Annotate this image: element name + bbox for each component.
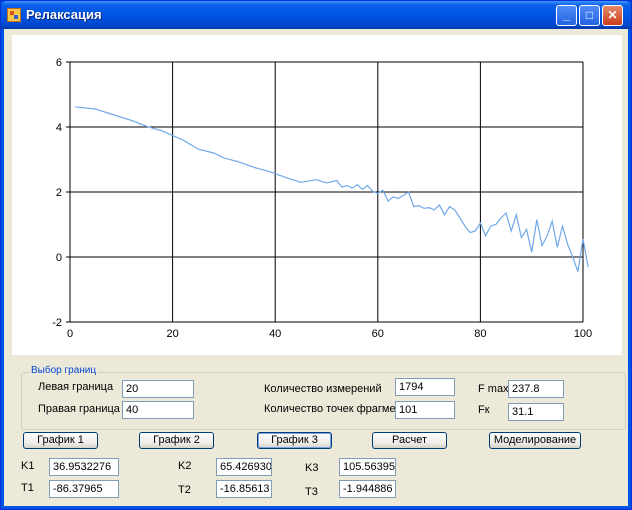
t1-label: T1 (21, 482, 34, 494)
right-bound-label: Правая граница (38, 403, 120, 415)
fmax-input[interactable]: 237.8 (508, 380, 564, 398)
window-title: Релаксация (26, 7, 102, 22)
x-tick-label: 100 (574, 328, 592, 340)
y-tick-label: 4 (56, 122, 62, 134)
x-axis-ticks: 0 20 40 60 80 100 (67, 328, 592, 340)
graph1-button[interactable]: График 1 (23, 432, 98, 449)
t1-output[interactable]: -86.37965 (49, 480, 119, 498)
t2-label: T2 (178, 484, 191, 496)
relaxation-chart: 0 20 40 60 80 100 -2 0 2 4 6 (52, 57, 592, 340)
y-tick-label: -2 (52, 317, 62, 329)
series-line (75, 106, 589, 272)
y-tick-label: 2 (56, 187, 62, 199)
chart-grid (66, 61, 584, 323)
client-area: 0 20 40 60 80 100 -2 0 2 4 6 Выбор границ Левая г… (4, 29, 628, 506)
app-icon[interactable] (7, 8, 21, 22)
y-tick-label: 0 (56, 252, 62, 264)
fragment-points-label: Количество точек фрагмента (264, 403, 413, 415)
maximize-icon: □ (585, 8, 594, 22)
minimize-button[interactable]: _ (556, 5, 577, 26)
x-tick-label: 80 (474, 328, 486, 340)
k2-label: K2 (178, 460, 192, 472)
x-tick-label: 40 (269, 328, 281, 340)
measurements-label: Количество измерений (264, 383, 382, 395)
fk-label: Fк (478, 404, 490, 416)
maximize-button[interactable]: □ (579, 5, 600, 26)
fk-input[interactable]: 31.1 (508, 403, 564, 421)
minimize-icon: _ (563, 8, 570, 22)
chart-panel: 0 20 40 60 80 100 -2 0 2 4 6 (12, 35, 622, 355)
right-bound-input[interactable]: 40 (122, 401, 194, 419)
y-tick-label: 6 (56, 57, 62, 69)
t3-label: T3 (305, 486, 318, 498)
t2-output[interactable]: -16.85613 (216, 480, 272, 498)
k1-label: K1 (21, 460, 35, 472)
chart-series (75, 106, 589, 272)
calc-button[interactable]: Расчет (372, 432, 447, 449)
fmax-label: F max (478, 383, 509, 395)
graph3-button[interactable]: График 3 (257, 432, 332, 449)
left-bound-input[interactable]: 20 (122, 380, 194, 398)
x-tick-label: 60 (372, 328, 384, 340)
x-tick-label: 0 (67, 328, 73, 340)
k3-output[interactable]: 105.563959 (339, 458, 396, 476)
k2-output[interactable]: 65.4269303 (216, 458, 272, 476)
modeling-button[interactable]: Моделирование (489, 432, 581, 449)
app-window: Релаксация _ □ ✕ 0 20 40 60 80 100 -2 0 2 4 6 Выб… (0, 0, 632, 510)
measurements-input[interactable]: 1794 (395, 378, 455, 396)
k3-label: K3 (305, 462, 319, 474)
y-axis-ticks: -2 0 2 4 6 (52, 57, 62, 329)
t3-output[interactable]: -1.944886 (339, 480, 396, 498)
close-icon: ✕ (607, 8, 618, 22)
title-bar[interactable]: Релаксация _ □ ✕ (1, 1, 631, 29)
left-bound-label: Левая граница (38, 381, 114, 393)
groupbox-title: Выбор границ (29, 365, 99, 376)
k1-output[interactable]: 36.9532276 (49, 458, 119, 476)
graph2-button[interactable]: График 2 (139, 432, 214, 449)
close-button[interactable]: ✕ (602, 5, 623, 26)
fragment-points-input[interactable]: 101 (395, 401, 455, 419)
x-tick-label: 20 (166, 328, 178, 340)
